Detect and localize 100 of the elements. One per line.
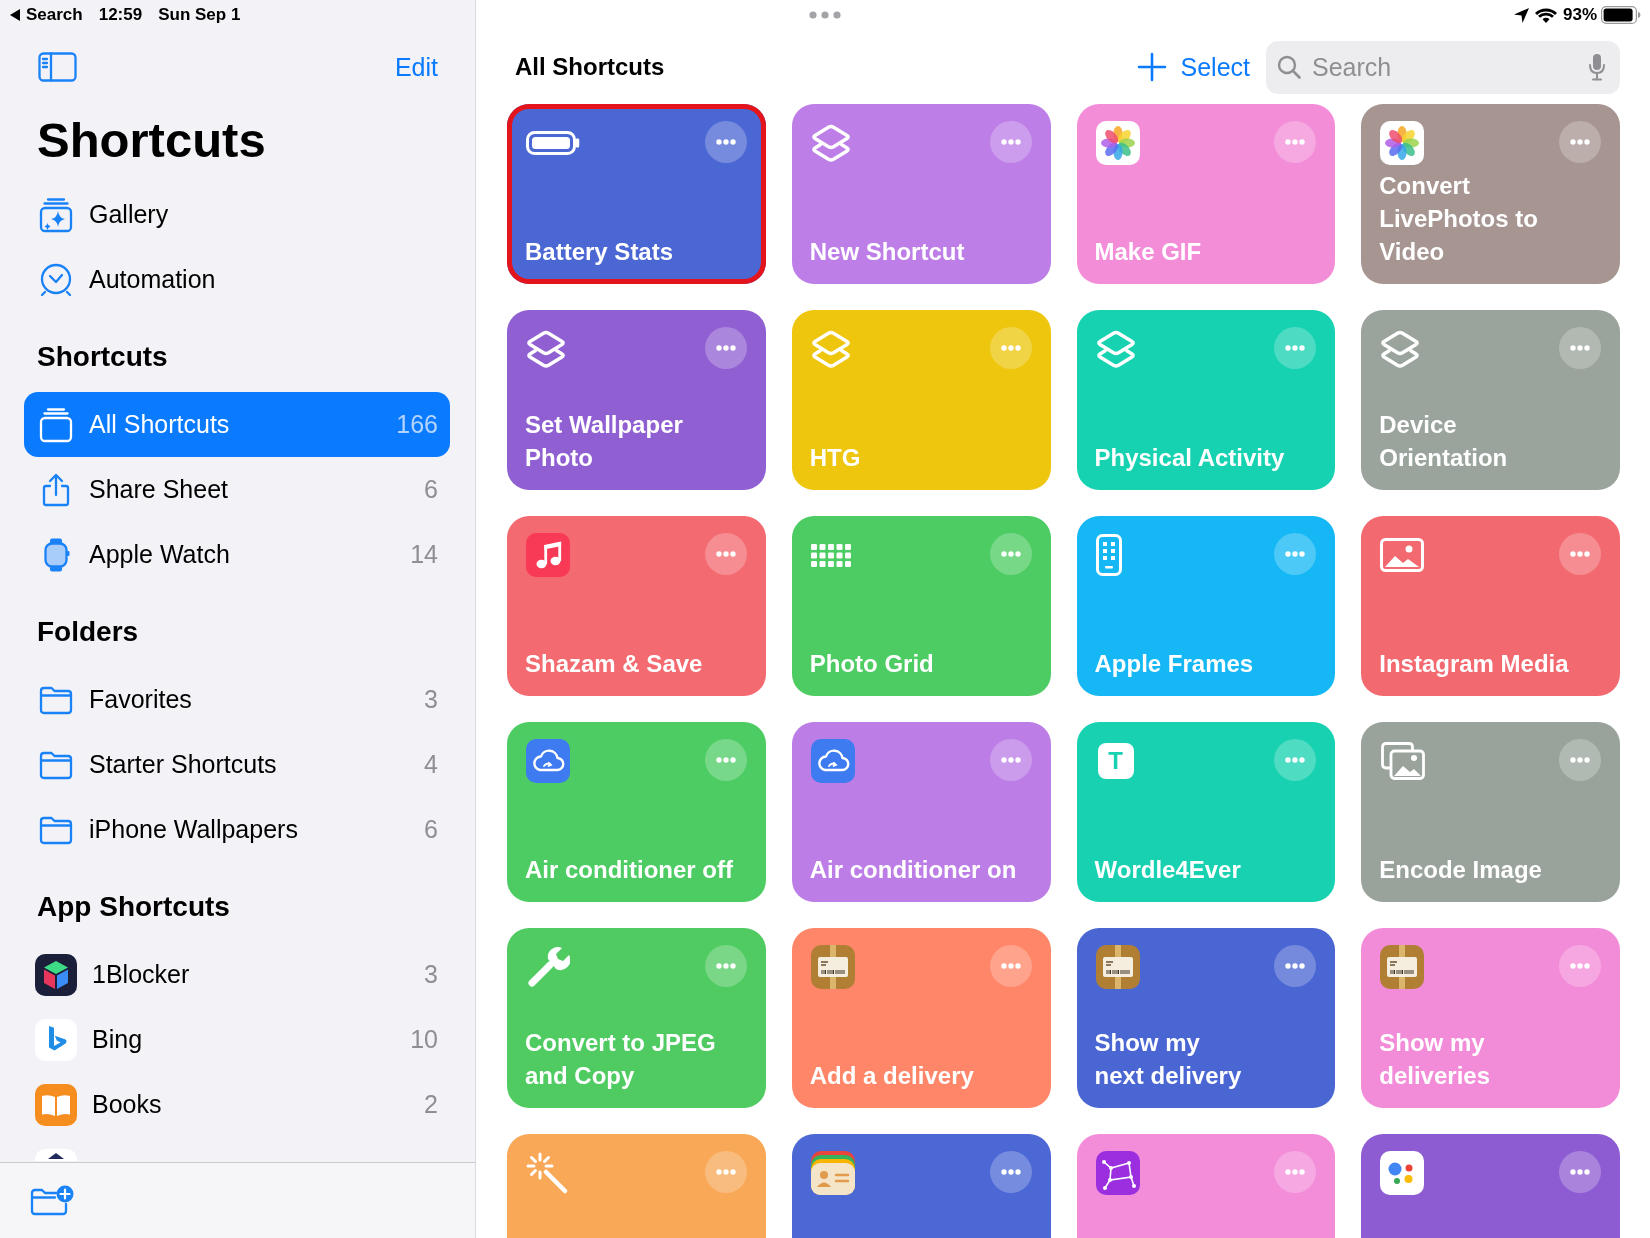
shortcut-tile[interactable]: T Wordle4Ever xyxy=(1076,722,1336,902)
search-icon xyxy=(1277,54,1301,79)
swoosh-app-icon xyxy=(35,1018,77,1061)
item-count: 6 xyxy=(424,475,438,504)
music-note-app-icon xyxy=(526,533,570,577)
more-button[interactable] xyxy=(989,1151,1032,1193)
stack-icon xyxy=(38,406,74,443)
status-time: 12:59 xyxy=(98,5,143,25)
sidebar-item[interactable]: Gallery xyxy=(24,182,450,247)
id-card-app-icon xyxy=(810,1151,855,1195)
sidebar-item[interactable]: Automation xyxy=(24,247,450,312)
shortcut-tile[interactable]: Photo Grid xyxy=(791,516,1051,696)
package-app-icon xyxy=(1095,945,1140,989)
ellipsis-icon xyxy=(715,139,736,145)
more-button[interactable] xyxy=(989,533,1032,575)
shortcut-tile[interactable]: Air conditioner off xyxy=(507,722,766,902)
more-button[interactable] xyxy=(1559,739,1601,781)
more-button[interactable] xyxy=(1559,945,1601,987)
more-button[interactable] xyxy=(989,945,1032,987)
image-icon xyxy=(1380,538,1425,572)
more-button[interactable] xyxy=(1559,327,1601,369)
package-app-icon xyxy=(1380,945,1425,989)
shortcut-tile[interactable] xyxy=(791,1134,1051,1238)
shortcut-tile[interactable] xyxy=(1076,1134,1336,1238)
more-button[interactable] xyxy=(704,121,747,163)
shortcut-tile[interactable]: Convert to JPEG and Copy xyxy=(507,928,766,1108)
sidebar-item[interactable]: Favorites 3 xyxy=(24,667,450,732)
ellipsis-icon xyxy=(1000,345,1021,351)
battery-status-icon xyxy=(1601,6,1641,24)
ellipsis-icon xyxy=(1000,551,1021,557)
plus-icon[interactable] xyxy=(1136,52,1167,82)
sidebar-item[interactable]: 1Blocker 3 xyxy=(24,942,450,1007)
shortcut-tile[interactable]: Physical Activity xyxy=(1076,310,1336,490)
shortcut-tile[interactable]: Convert LivePhotos to Video xyxy=(1361,104,1620,284)
shortcut-tile[interactable]: Show my deliveries xyxy=(1361,928,1620,1108)
sidebar-item[interactable]: Share Sheet 6 xyxy=(24,457,450,522)
multitask-dots-icon[interactable] xyxy=(809,11,841,19)
shortcut-tile[interactable]: Add a delivery xyxy=(791,928,1051,1108)
package-app-icon xyxy=(810,945,855,989)
microphone-icon[interactable] xyxy=(1588,52,1606,81)
more-button[interactable] xyxy=(1559,121,1601,163)
more-button[interactable] xyxy=(1274,533,1317,575)
sidebar-item[interactable]: Bing 10 xyxy=(24,1007,450,1072)
ellipsis-icon xyxy=(715,551,736,557)
more-button[interactable] xyxy=(1559,533,1601,575)
sidebar-item[interactable]: iPhone Wallpapers 6 xyxy=(24,797,450,862)
more-button[interactable] xyxy=(704,945,747,987)
ellipsis-icon xyxy=(1285,551,1306,557)
ellipsis-icon xyxy=(1000,963,1021,969)
sidebar-toggle-icon[interactable] xyxy=(38,52,77,82)
cloud-app-icon xyxy=(810,739,855,783)
shortcut-tile[interactable]: Apple Frames xyxy=(1076,516,1336,696)
shortcut-tile[interactable]: Encode Image xyxy=(1361,722,1620,902)
sidebar-item[interactable]: All Shortcuts 166 xyxy=(24,392,450,457)
section-heading: Shortcuts xyxy=(36,340,169,374)
layers-icon xyxy=(810,329,851,369)
ellipsis-icon xyxy=(1000,1169,1021,1175)
item-count: 3 xyxy=(424,685,438,714)
item-count: 2 xyxy=(424,1090,438,1119)
more-button[interactable] xyxy=(1559,1151,1601,1193)
shortcut-tile[interactable]: Set Wallpaper Photo xyxy=(507,310,766,490)
more-button[interactable] xyxy=(1274,1151,1317,1193)
new-folder-icon[interactable] xyxy=(30,1184,74,1217)
shortcut-tile[interactable] xyxy=(1361,1134,1620,1238)
shortcut-tile[interactable]: Battery Stats xyxy=(507,104,766,284)
sidebar-item[interactable]: Apple Watch 14 xyxy=(24,522,450,587)
more-button[interactable] xyxy=(989,739,1032,781)
shortcut-tile[interactable]: Air conditioner on xyxy=(791,722,1051,902)
edit-button[interactable]: Edit xyxy=(394,52,438,82)
back-link[interactable]: Search xyxy=(10,5,83,25)
layers-icon xyxy=(526,329,566,369)
section-heading: Folders xyxy=(36,615,140,649)
more-button[interactable] xyxy=(704,739,747,781)
ellipsis-icon xyxy=(1570,345,1590,351)
select-button[interactable]: Select xyxy=(1180,52,1250,82)
search-field[interactable]: Search xyxy=(1266,40,1620,94)
more-button[interactable] xyxy=(989,121,1032,163)
more-button[interactable] xyxy=(704,327,747,369)
shortcut-tile[interactable]: Device Orientation xyxy=(1361,310,1620,490)
location-arrow-icon xyxy=(1513,7,1529,23)
shortcut-tile[interactable]: Show my next delivery xyxy=(1076,928,1336,1108)
shortcut-tile[interactable]: Instagram Media xyxy=(1361,516,1620,696)
ellipsis-icon xyxy=(1570,551,1590,557)
sidebar-item[interactable]: Books 2 xyxy=(24,1072,450,1137)
shortcut-tile[interactable] xyxy=(507,1134,766,1238)
ellipsis-icon xyxy=(1000,139,1021,145)
more-button[interactable] xyxy=(1274,945,1317,987)
layers-icon xyxy=(1095,329,1136,369)
ellipsis-icon xyxy=(1570,757,1590,763)
shortcut-tile[interactable]: Shazam & Save xyxy=(507,516,766,696)
shortcut-tile[interactable]: New Shortcut xyxy=(791,104,1051,284)
sidebar-item[interactable]: Starter Shortcuts 4 xyxy=(24,732,450,797)
more-button[interactable] xyxy=(704,533,747,575)
ellipsis-icon xyxy=(715,757,736,763)
ellipsis-icon xyxy=(1285,1169,1306,1175)
item-count: 6 xyxy=(424,815,438,844)
more-button[interactable] xyxy=(1274,121,1317,163)
ellipsis-icon xyxy=(1570,139,1590,145)
shortcut-tile[interactable]: Make GIF xyxy=(1076,104,1336,284)
ellipsis-icon xyxy=(1285,345,1306,351)
